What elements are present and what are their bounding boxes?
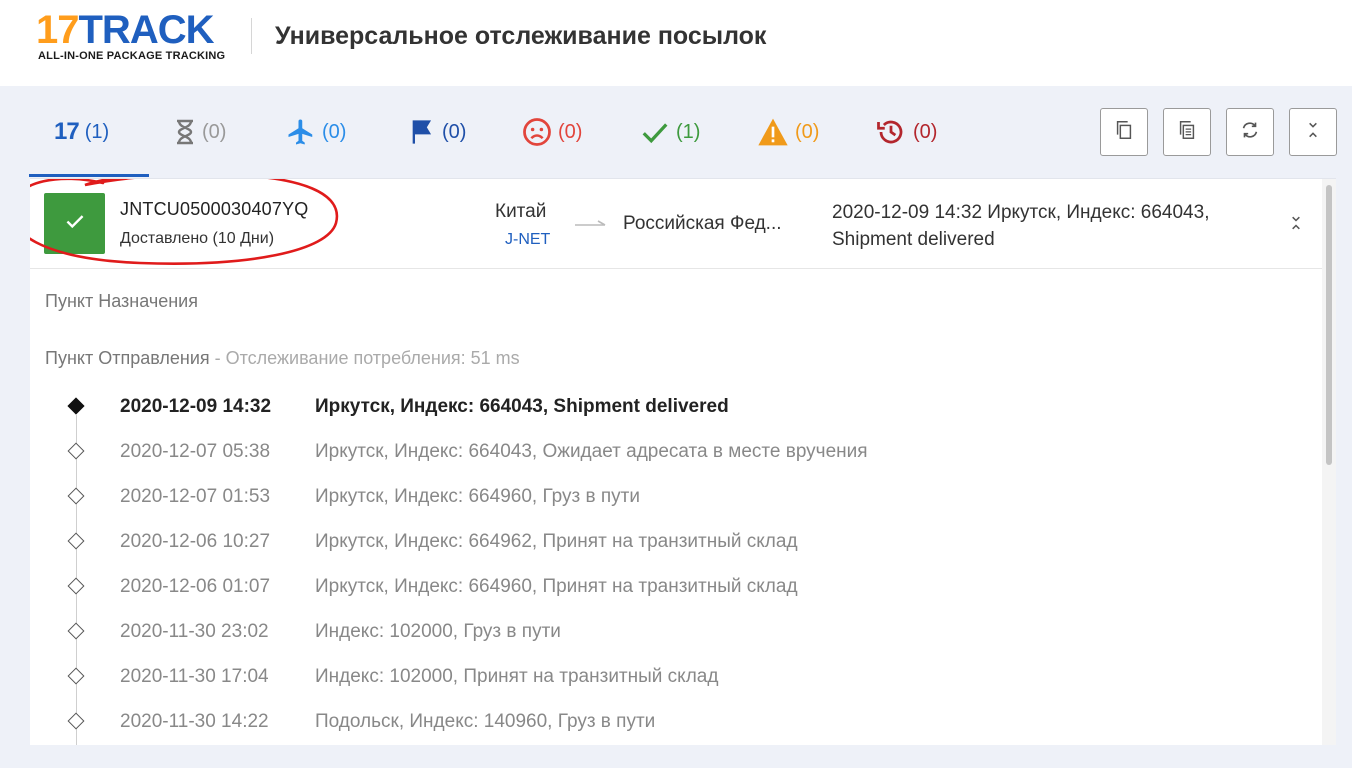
flag-icon: [408, 118, 436, 146]
event-date: 2020-12-07 05:38: [120, 441, 271, 462]
tab-expired[interactable]: (0): [875, 116, 937, 148]
tracking-panel: 17 (1) (0) (0) (0) (0) (1) (0) (0) JNTCU…: [14, 92, 1352, 768]
package-summary-row[interactable]: JNTCU0500030407YQ Доставлено (10 Дни) Ки…: [30, 179, 1322, 269]
event-date: 2020-11-30 14:22: [120, 711, 269, 732]
expand-details-icon[interactable]: [1286, 213, 1306, 238]
tab-in-transit[interactable]: (0): [286, 116, 346, 148]
checkmark-icon: [62, 208, 88, 239]
origin-country: Китай: [495, 201, 547, 222]
delivery-status: Доставлено (10 Дни): [120, 230, 275, 247]
timeline-marker-icon: [67, 397, 85, 415]
timeline-marker-icon: [67, 667, 85, 685]
origin-section-label: Пункт Отправления - Отслеживание потребл…: [45, 348, 520, 369]
timeline-marker-icon: [67, 487, 85, 505]
timeline-marker-icon: [67, 712, 85, 730]
tab-count: (0): [913, 120, 938, 143]
event-date: 2020-12-06 01:07: [120, 576, 271, 597]
package-card: JNTCU0500030407YQ Доставлено (10 Дни) Ки…: [30, 178, 1336, 745]
event-description: Иркутск, Индекс: 664962, Принят на транз…: [315, 531, 798, 552]
airplane-icon: [286, 117, 316, 147]
checkmark-icon: [640, 117, 670, 147]
logo-tagline: ALL-IN-ONE PACKAGE TRACKING: [38, 50, 226, 62]
tab-count: (1): [676, 120, 701, 143]
event-date: 2020-12-07 01:53: [120, 486, 271, 507]
tab-count: (0): [202, 120, 227, 143]
origin-label: Пункт Отправления: [45, 348, 210, 368]
sad-face-icon: [522, 117, 552, 147]
route-arrow-icon: [575, 220, 606, 226]
tab-alert[interactable]: (0): [757, 116, 819, 148]
tab-undelivered[interactable]: (0): [522, 116, 582, 148]
tab-pending[interactable]: (0): [174, 116, 226, 148]
tracking-time-note: - Отслеживание потребления: 51 ms: [209, 348, 520, 368]
app-header: 17TRACK ALL-IN-ONE PACKAGE TRACKING Унив…: [0, 0, 1352, 86]
event-date: 2020-12-06 10:27: [120, 531, 271, 552]
event-description: Иркутск, Индекс: 664043, Ожидает адресат…: [315, 441, 868, 462]
timeline-event: 2020-12-09 14:32 Иркутск, Индекс: 664043…: [60, 392, 1300, 422]
warning-icon: [757, 117, 789, 147]
timeline-event: 2020-11-30 17:04 Индекс: 102000, Принят …: [60, 662, 1300, 692]
timeline-event: 2020-12-06 10:27 Иркутск, Индекс: 664962…: [60, 527, 1300, 557]
timeline-event: 2020-12-07 05:38 Иркутск, Индекс: 664043…: [60, 437, 1300, 467]
collapse-all-button[interactable]: [1289, 108, 1337, 156]
event-description: Подольск, Индекс: 140960, Груз в пути: [315, 711, 656, 732]
logo-wordmark: 17TRACK: [36, 10, 214, 50]
event-date: 2020-12-09 14:32: [120, 396, 272, 417]
copy-icon: [1113, 119, 1135, 146]
logo-track: TRACK: [78, 8, 215, 52]
timeline-marker-icon: [67, 622, 85, 640]
timeline-event: 2020-11-30 14:22 Подольск, Индекс: 14096…: [60, 707, 1300, 737]
tab-delivered[interactable]: (1): [640, 116, 700, 148]
carrier-link[interactable]: J-NET: [505, 231, 550, 249]
timeline-event: 2020-11-30 23:02 Индекс: 102000, Груз в …: [60, 617, 1300, 647]
timeline-event: 2020-12-07 01:53 Иркутск, Индекс: 664960…: [60, 482, 1300, 512]
destination-country: Российская Фед...: [623, 213, 782, 234]
latest-event: 2020-12-09 14:32 Иркутск, Индекс: 664043…: [832, 202, 1210, 250]
destination-section-label: Пункт Назначения: [45, 291, 198, 311]
copy-button[interactable]: [1100, 108, 1148, 156]
event-date: 2020-11-30 17:04: [120, 666, 269, 687]
hourglass-icon: [174, 119, 196, 145]
history-icon: [875, 117, 907, 147]
refresh-button[interactable]: [1226, 108, 1274, 156]
logo-17: 17: [36, 8, 79, 52]
tracking-number[interactable]: JNTCU0500030407YQ: [120, 199, 309, 220]
timeline-marker-icon: [67, 532, 85, 550]
tab-all[interactable]: 17 (1): [54, 116, 109, 148]
17track-logo[interactable]: 17TRACK ALL-IN-ONE PACKAGE TRACKING: [36, 10, 236, 68]
tab-count: (0): [795, 120, 820, 143]
scrollbar[interactable]: [1322, 179, 1336, 745]
timeline-event: 2020-12-06 01:07 Иркутск, Индекс: 664960…: [60, 572, 1300, 602]
tab-pickup[interactable]: (0): [408, 116, 466, 148]
timeline-marker-icon: [67, 577, 85, 595]
status-filter-tabs: 17 (1) (0) (0) (0) (0) (1) (0) (0): [14, 92, 1352, 178]
event-description: Иркутск, Индекс: 664043, Shipment delive…: [315, 396, 729, 417]
event-description: Индекс: 102000, Принят на транзитный скл…: [315, 666, 719, 687]
collapse-icon: [1303, 120, 1323, 145]
tab-count: (1): [84, 120, 110, 143]
tab-count: (0): [558, 120, 583, 143]
header-divider: [251, 18, 252, 54]
page-title: Универсальное отслеживание посылок: [275, 22, 767, 50]
active-tab-indicator: [29, 174, 149, 177]
timeline-marker-icon: [67, 442, 85, 460]
scrollbar-thumb[interactable]: [1326, 185, 1332, 465]
event-description: Иркутск, Индекс: 664960, Принят на транз…: [315, 576, 798, 597]
tab-count: (0): [442, 120, 467, 143]
event-description: Индекс: 102000, Груз в пути: [315, 621, 561, 642]
delivered-status-badge: [44, 193, 105, 254]
refresh-icon: [1239, 119, 1261, 146]
copy-all-button[interactable]: [1163, 108, 1211, 156]
17-logo-icon: 17: [54, 118, 80, 145]
tab-count: (0): [322, 120, 347, 143]
event-date: 2020-11-30 23:02: [120, 621, 269, 642]
copy-list-icon: [1176, 119, 1198, 146]
event-description: Иркутск, Индекс: 664960, Груз в пути: [315, 486, 640, 507]
